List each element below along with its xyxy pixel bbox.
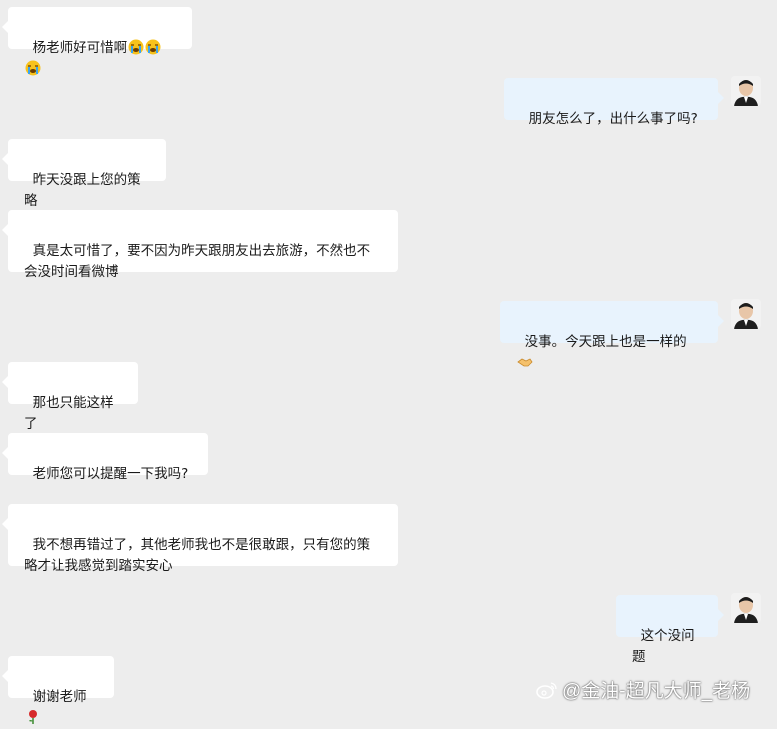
message-bubble-received[interactable]: 谢谢老师: [2, 656, 114, 724]
avatar[interactable]: [731, 76, 761, 106]
message-text: 昨天没跟上您的策略: [24, 172, 141, 209]
watermark-text: @金油-超凡大师_老杨: [562, 681, 751, 702]
message-text: 老师您可以提醒一下我吗?: [32, 466, 189, 482]
message-bubble-received[interactable]: 真是太可惜了，要不因为昨天跟朋友出去旅游，不然也不 会没时间看微博: [2, 210, 398, 280]
message-text: 这个没问题: [632, 628, 695, 665]
message-text: 谢谢老师: [32, 689, 87, 705]
message-bubble-received[interactable]: 老师您可以提醒一下我吗?: [2, 433, 208, 482]
message-text: 我不想再错过了，其他老师我也不是很敢跟，只有您的策 略才让我感觉到踏实安心: [24, 537, 371, 574]
handshake-icon: [517, 358, 533, 367]
message-bubble-received[interactable]: 那也只能这样了: [2, 362, 138, 432]
message-text: 没事。今天跟上也是一样的: [524, 334, 687, 350]
user-avatar-icon: [731, 593, 761, 623]
crying-face-icon: [128, 39, 144, 55]
avatar[interactable]: [731, 299, 761, 329]
avatar[interactable]: [731, 593, 761, 623]
message-text: 真是太可惜了，要不因为昨天跟朋友出去旅游，不然也不 会没时间看微博: [24, 243, 371, 280]
message-text: 那也只能这样了: [24, 395, 114, 432]
watermark: @金油-超凡大师_老杨: [536, 676, 750, 703]
message-text: 朋友怎么了，出什么事了吗?: [528, 111, 698, 127]
message-bubble-received[interactable]: 杨老师好可惜啊: [2, 7, 192, 76]
message-bubble-sent[interactable]: 没事。今天跟上也是一样的: [500, 301, 724, 367]
rose-icon: [29, 710, 37, 724]
weibo-logo-icon: [536, 681, 557, 699]
message-bubble-sent[interactable]: 这个没问题: [616, 595, 724, 665]
crying-face-icon: [25, 60, 41, 76]
user-avatar-icon: [731, 299, 761, 329]
message-bubble-received[interactable]: 昨天没跟上您的策略: [2, 139, 166, 209]
user-avatar-icon: [731, 76, 761, 106]
message-bubble-received[interactable]: 我不想再错过了，其他老师我也不是很敢跟，只有您的策 略才让我感觉到踏实安心: [2, 504, 398, 574]
crying-face-icon: [145, 39, 161, 55]
message-text: 杨老师好可惜啊: [32, 40, 128, 56]
message-bubble-sent[interactable]: 朋友怎么了，出什么事了吗?: [504, 78, 724, 127]
